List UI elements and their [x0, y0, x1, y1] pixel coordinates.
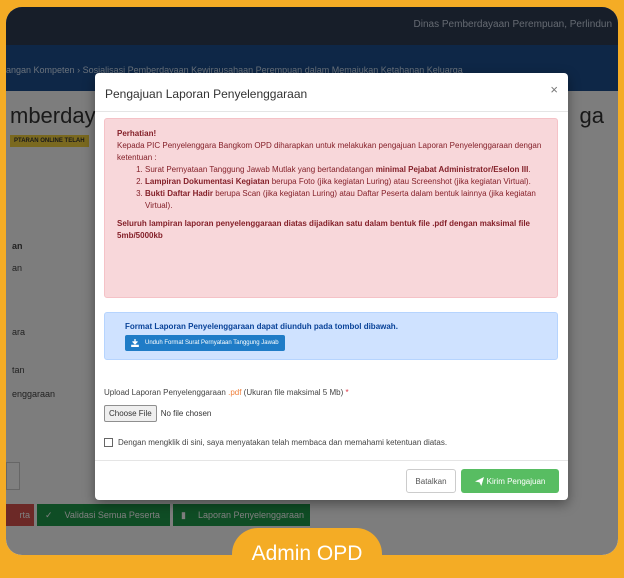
download-icon — [131, 339, 139, 347]
download-format-button[interactable]: Unduh Format Surat Pernyataan Tanggung J… — [125, 335, 285, 351]
submit-button[interactable]: Kirim Pengajuan — [461, 469, 559, 493]
warning-alert: Perhatian! Kepada PIC Penyelenggara Bang… — [104, 118, 558, 298]
list-item: Surat Pernyataan Tanggung Jawab Mutlak y… — [145, 164, 545, 176]
role-label: Admin OPD — [251, 542, 363, 565]
alert-footer: Seluruh lampiran laporan penyelenggaraan… — [117, 219, 530, 240]
modal-title: Pengajuan Laporan Penyelenggaraan — [105, 87, 308, 101]
info-text: Format Laporan Penyelenggaraan dapat diu… — [125, 322, 398, 331]
submit-label: Kirim Pengajuan — [486, 476, 546, 486]
close-icon[interactable]: × — [550, 82, 558, 97]
submission-modal: Pengajuan Laporan Penyelenggaraan × Perh… — [95, 73, 568, 500]
item-text: Surat Pernyataan Tanggung Jawab Mutlak y… — [145, 165, 376, 174]
agreement-checkbox-row[interactable]: Dengan mengklik di sini, saya menyatakan… — [104, 438, 447, 447]
list-item: Bukti Daftar Hadir berupa Scan (jika keg… — [145, 188, 545, 212]
app-frame: Dinas Pemberdayaan Perempuan, Perlindun … — [6, 7, 618, 555]
item-bold: Bukti Daftar Hadir — [145, 189, 214, 198]
cancel-button[interactable]: Batalkan — [406, 469, 456, 493]
requirements-list: Surat Pernyataan Tanggung Jawab Mutlak y… — [117, 164, 545, 212]
list-item: Lampiran Dokumentasi Kegiatan berupa Fot… — [145, 176, 545, 188]
role-pill: Admin OPD — [232, 528, 382, 578]
send-icon — [474, 476, 484, 486]
divider — [95, 460, 568, 461]
download-label: Unduh Format Surat Pernyataan Tanggung J… — [145, 340, 279, 346]
alert-intro: Kepada PIC Penyelenggara Bangkom OPD dih… — [117, 141, 542, 162]
info-alert: Format Laporan Penyelenggaraan dapat diu… — [104, 312, 558, 360]
upload-text: Upload Laporan Penyelenggaraan — [104, 388, 229, 397]
alert-heading: Perhatian! — [117, 129, 157, 138]
item-bold: minimal Pejabat Administrator/Eselon III — [375, 165, 529, 174]
required-mark: * — [345, 388, 349, 397]
divider — [95, 111, 568, 112]
item-text: berupa Foto (jika kegiatan Luring) atau … — [269, 177, 531, 186]
file-status: No file chosen — [160, 409, 212, 418]
upload-hint: (Ukuran file maksimal 5 Mb) — [241, 388, 346, 397]
agreement-checkbox[interactable] — [104, 438, 113, 447]
upload-label: Upload Laporan Penyelenggaraan .pdf (Uku… — [104, 388, 349, 397]
item-bold: Lampiran Dokumentasi Kegiatan — [145, 177, 270, 186]
agreement-label: Dengan mengklik di sini, saya menyatakan… — [118, 438, 448, 447]
file-input[interactable]: Choose File No file chosen — [104, 405, 211, 422]
upload-ext: .pdf — [228, 388, 242, 397]
choose-file-button[interactable]: Choose File — [104, 405, 157, 422]
